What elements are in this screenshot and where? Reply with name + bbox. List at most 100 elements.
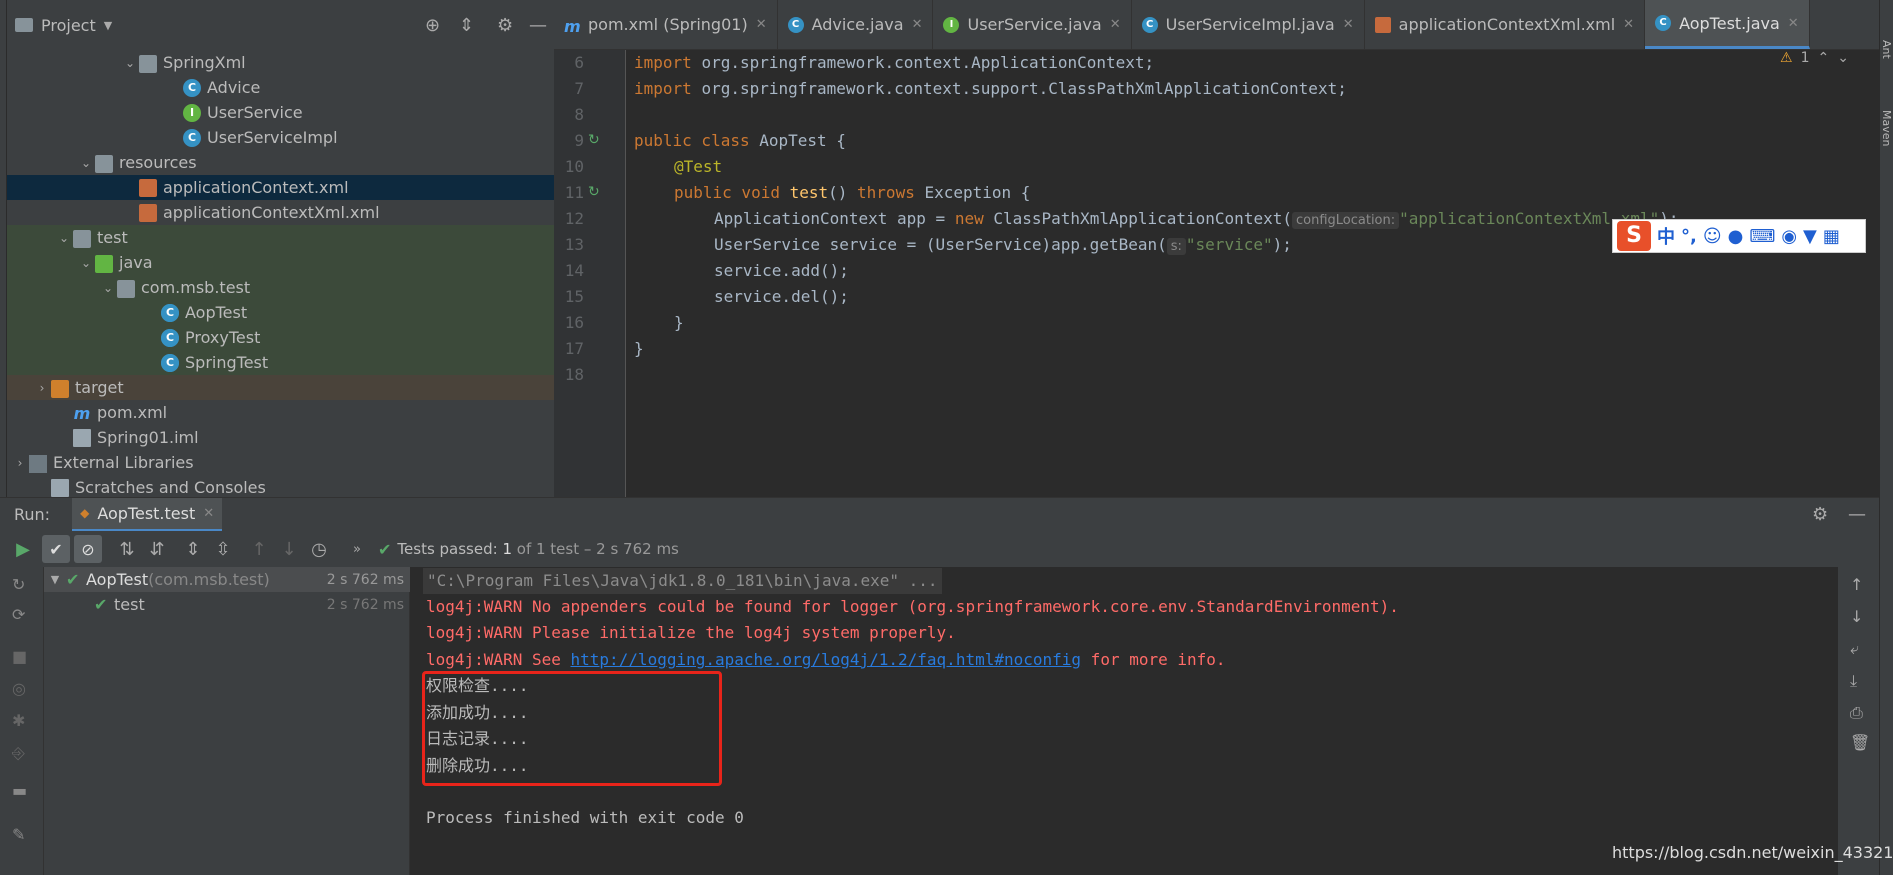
editor-tab[interactable]: applicationContextXml.xml ✕ — [1365, 0, 1646, 49]
debug-icon[interactable]: ✱ — [12, 711, 25, 730]
ime-punct-button[interactable]: °, — [1681, 226, 1697, 247]
rerun-icon[interactable]: ▶ — [8, 539, 38, 560]
close-icon[interactable]: ✕ — [1343, 17, 1354, 32]
expand-all-icon[interactable]: ⇕ — [178, 539, 208, 560]
rerun-failed-icon[interactable]: ⟳ — [12, 605, 25, 624]
close-icon[interactable]: ✕ — [912, 17, 923, 32]
ime-toolbar[interactable]: S 中 °, ☺ ● ⌨ ◉ ▼ ▦ — [1612, 219, 1866, 253]
print-icon[interactable]: ⎙ — [1850, 703, 1863, 723]
chevron-down-icon[interactable]: ⌄ — [77, 256, 95, 270]
arrow-down-icon[interactable]: ↓ — [1850, 607, 1863, 626]
layout-icon[interactable]: ▬ — [12, 781, 27, 800]
show-passed-toggle[interactable]: ✔ — [42, 535, 70, 563]
line-number: 16 — [564, 313, 584, 332]
run-gutter-icon[interactable]: ↻ — [588, 132, 600, 148]
maven-tool-button[interactable]: Maven — [1880, 110, 1893, 146]
console-line[interactable]: "C:\Program Files\Java\jdk1.8.0_181\bin\… — [423, 568, 942, 594]
grid-icon[interactable]: ▦ — [1823, 226, 1840, 247]
project-tree-item[interactable]: C ProxyTest — [7, 325, 554, 350]
chevron-right-icon[interactable]: › — [11, 456, 29, 470]
ant-tool-button[interactable]: Ant — [1880, 40, 1893, 59]
chevron-right-icon[interactable]: › — [33, 381, 51, 395]
close-icon[interactable]: ✕ — [203, 506, 214, 521]
history-icon[interactable]: ◷ — [304, 539, 334, 560]
project-tree-item[interactable]: ⌄ java — [7, 250, 554, 275]
target-icon[interactable]: ⊕ — [425, 15, 440, 36]
project-tree-item[interactable]: Spring01.iml — [7, 425, 554, 450]
code-editor[interactable]: import org.springframework.context.Appli… — [627, 50, 1879, 497]
minimize-icon[interactable]: — — [1848, 504, 1866, 525]
console-link[interactable]: http://logging.apache.org/log4j/1.2/faq.… — [571, 650, 1082, 669]
chevron-down-icon[interactable]: ⌄ — [1837, 50, 1849, 66]
code-line: public class AopTest { — [634, 131, 846, 150]
arrow-up-icon[interactable]: ↑ — [1850, 575, 1863, 594]
xml-file-icon — [139, 203, 157, 222]
project-view-selector[interactable]: Project — [41, 16, 96, 35]
pin-icon[interactable]: ✎ — [12, 825, 25, 844]
editor-tab[interactable]: m pom.xml (Spring01) ✕ — [554, 0, 778, 49]
close-icon[interactable]: ✕ — [1110, 17, 1121, 32]
ime-mode-button[interactable]: 中 — [1657, 223, 1675, 249]
editor-tab[interactable]: I UserService.java ✕ — [933, 0, 1132, 49]
exit-icon[interactable]: ⎆ — [12, 743, 25, 763]
test-class-icon: C — [1655, 15, 1672, 31]
project-tree-item[interactable]: C Advice — [7, 75, 554, 100]
editor-tab[interactable]: C AopTest.java ✕ — [1645, 0, 1810, 49]
project-tree-item[interactable]: C UserServiceImpl — [7, 125, 554, 150]
editor-tab[interactable]: C UserServiceImpl.java ✕ — [1132, 0, 1365, 49]
project-tree-item[interactable]: Scratches and Consoles — [7, 475, 554, 497]
editor-tab[interactable]: C Advice.java ✕ — [778, 0, 934, 49]
scroll-to-end-icon[interactable]: ⤓ — [1850, 671, 1857, 691]
test-tree-row[interactable]: ✔ test 2 s 762 ms — [44, 592, 410, 617]
sort-alpha-icon[interactable]: ⇅ — [112, 539, 142, 560]
close-icon[interactable]: ✕ — [1623, 17, 1634, 32]
project-tree-item[interactable]: applicationContextXml.xml — [7, 200, 554, 225]
close-icon[interactable]: ✕ — [1788, 16, 1799, 31]
sort-duration-icon[interactable]: ⇵ — [142, 539, 172, 560]
arrow-down-icon[interactable]: ↓ — [274, 539, 304, 560]
project-tree-item[interactable]: I UserService — [7, 100, 554, 125]
run-gutter-icon[interactable]: ↻ — [588, 184, 600, 200]
gear-icon[interactable]: ⚙ — [497, 15, 513, 36]
project-tree-item[interactable]: applicationContext.xml — [7, 175, 554, 200]
project-view-icon — [15, 18, 33, 32]
emoji-icon[interactable]: ☺ — [1703, 226, 1722, 247]
project-tree-item[interactable]: C SpringTest — [7, 350, 554, 375]
project-tree-item[interactable]: ⌄ test — [7, 225, 554, 250]
project-tree-item[interactable]: ⌄ com.msb.test — [7, 275, 554, 300]
chevron-down-icon[interactable]: ⌄ — [121, 56, 139, 70]
microphone-icon[interactable]: ● — [1728, 226, 1744, 247]
project-tree-item[interactable]: C AopTest — [7, 300, 554, 325]
soft-wrap-icon[interactable]: ⤶ — [1850, 639, 1859, 659]
gear-icon[interactable]: ⚙ — [1812, 504, 1828, 525]
camera-icon[interactable]: ◎ — [12, 679, 26, 698]
project-tree-item[interactable]: ⌄ resources — [7, 150, 554, 175]
project-tree-item[interactable]: ⌄ SpringXml — [7, 50, 554, 75]
line-number: 8 — [574, 105, 584, 124]
run-config-tab[interactable]: ◆ AopTest.test ✕ — [72, 497, 223, 532]
keyboard-icon[interactable]: ⌨ — [1749, 226, 1775, 247]
stop-icon[interactable]: ■ — [12, 647, 27, 666]
project-tree-item[interactable]: › target — [7, 375, 554, 400]
arrow-up-icon[interactable]: ↑ — [244, 539, 274, 560]
user-icon[interactable]: ◉ — [1781, 226, 1797, 247]
chevron-down-icon[interactable]: ⌄ — [77, 156, 95, 170]
project-tree-item[interactable]: › External Libraries — [7, 450, 554, 475]
project-tree-item[interactable]: m pom.xml — [7, 400, 554, 425]
collapse-all-icon[interactable]: ⇳ — [208, 539, 238, 560]
close-icon[interactable]: ✕ — [756, 17, 767, 32]
trash-icon[interactable]: 🗑 — [1850, 733, 1870, 752]
minimize-icon[interactable]: — — [529, 15, 547, 36]
skin-icon[interactable]: ▼ — [1803, 226, 1817, 247]
chevron-down-icon[interactable]: ⌄ — [99, 281, 117, 295]
chevron-up-icon[interactable]: ⌃ — [1817, 50, 1829, 66]
scratches-icon — [51, 478, 69, 497]
show-ignored-toggle[interactable]: ⊘ — [74, 535, 102, 563]
collapse-all-icon[interactable]: ⇕ — [459, 15, 474, 36]
test-tree-row[interactable]: ▼ ✔ AopTest (com.msb.test) 2 s 762 ms — [44, 567, 410, 592]
toggle-auto-test-icon[interactable]: ↻ — [12, 575, 25, 594]
chevron-down-icon[interactable]: ⌄ — [55, 231, 73, 245]
more-icon[interactable]: » — [342, 542, 372, 557]
chevron-down-icon[interactable]: ▼ — [104, 19, 112, 32]
inspection-widget[interactable]: ⚠ 1 ⌃ ⌄ — [1780, 50, 1849, 66]
